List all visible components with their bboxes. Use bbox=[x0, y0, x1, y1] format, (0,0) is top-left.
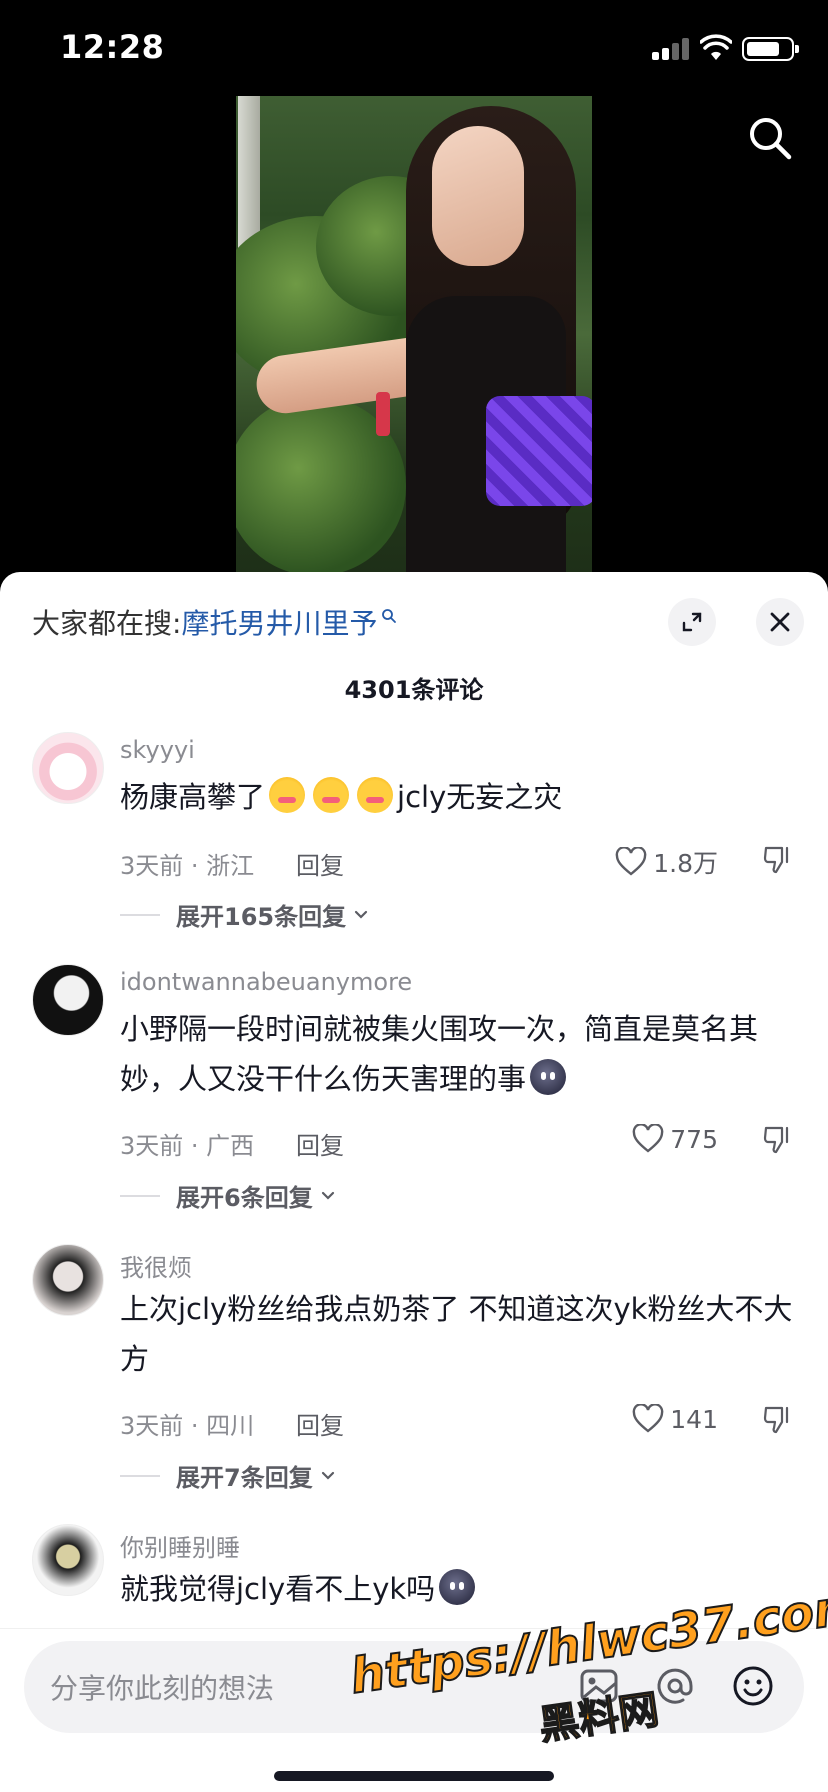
like-count: 141 bbox=[670, 1404, 718, 1434]
like-button[interactable]: 141 bbox=[632, 1404, 718, 1434]
image-icon[interactable] bbox=[576, 1663, 622, 1709]
blush-emoji-icon bbox=[269, 777, 306, 813]
home-indicator bbox=[274, 1771, 554, 1781]
heart-icon bbox=[632, 1124, 664, 1153]
status-bar: 12:28 bbox=[0, 0, 828, 96]
reply-button[interactable]: 回复 bbox=[296, 1126, 344, 1161]
blush-emoji-icon bbox=[313, 777, 350, 813]
reply-button[interactable]: 回复 bbox=[296, 1406, 344, 1441]
ghost-emoji-icon bbox=[530, 1059, 567, 1095]
dislike-icon[interactable] bbox=[762, 1124, 794, 1156]
comment-meta: 3天前 · 四川 bbox=[120, 1412, 255, 1440]
dislike-icon[interactable] bbox=[762, 1404, 794, 1436]
close-button[interactable] bbox=[756, 598, 804, 646]
dislike-icon[interactable] bbox=[762, 844, 794, 876]
input-placeholder: 分享你此刻的想法 bbox=[50, 1672, 275, 1705]
chevron-down-icon bbox=[321, 1191, 334, 1200]
status-time: 12:28 bbox=[60, 28, 165, 66]
expand-replies-button[interactable]: 展开165条回复 bbox=[120, 897, 370, 932]
like-button[interactable]: 1.8万 bbox=[615, 844, 718, 880]
search-icon[interactable] bbox=[746, 114, 794, 162]
comment-username[interactable]: 你别睡别睡 bbox=[120, 1528, 240, 1563]
avatar[interactable] bbox=[32, 1524, 104, 1596]
heart-icon bbox=[632, 1404, 664, 1433]
comment-meta: 3天前 · 浙江 bbox=[120, 852, 255, 880]
expand-replies-button[interactable]: 展开7条回复 bbox=[120, 1458, 337, 1493]
comment-input-bar: 分享你此刻的想法 bbox=[0, 1628, 828, 1792]
comment-count: 4301条评论 bbox=[344, 676, 484, 704]
emoji-icon[interactable] bbox=[730, 1663, 776, 1709]
comment-username[interactable]: 我很烦 bbox=[120, 1248, 192, 1283]
close-icon bbox=[770, 612, 790, 632]
cellular-signal-icon bbox=[652, 38, 690, 60]
mini-search-icon bbox=[382, 609, 397, 623]
blush-emoji-icon bbox=[357, 777, 394, 813]
battery-icon bbox=[742, 37, 799, 61]
avatar[interactable] bbox=[32, 732, 104, 804]
wifi-icon bbox=[700, 34, 732, 60]
search-suggestion[interactable]: 大家都在搜:摩托男井川里予 bbox=[32, 602, 397, 642]
comment-input[interactable]: 分享你此刻的想法 bbox=[24, 1641, 804, 1733]
comment-text: 小野隔一段时间就被集火围攻一次，简直是莫名其妙，人又没干什么伤天害理的事 bbox=[120, 1012, 759, 1096]
comment-text: 杨康高攀了 jcly无妄之灾 bbox=[120, 772, 796, 822]
suggestion-term[interactable]: 摩托男井川里予 bbox=[181, 607, 377, 640]
heart-icon bbox=[615, 847, 647, 876]
comment-item: 你别睡别睡 就我觉得jcly看不上yk吗 bbox=[0, 1524, 828, 1634]
suggestion-prefix: 大家都在搜: bbox=[32, 607, 182, 640]
comment-text: 上次jcly粉丝给我点奶茶了 不知道这次yk粉丝大不大方 bbox=[120, 1292, 793, 1376]
comment-meta: 3天前 · 广西 bbox=[120, 1132, 255, 1160]
like-count: 1.8万 bbox=[653, 849, 718, 878]
comment-item: idontwannabeuanymore 小野隔一段时间就被集火围攻一次，简直是… bbox=[0, 964, 828, 1234]
video-player[interactable] bbox=[236, 96, 592, 572]
fullscreen-button[interactable] bbox=[668, 598, 716, 646]
like-count: 775 bbox=[670, 1124, 718, 1154]
avatar[interactable] bbox=[32, 1244, 104, 1316]
ghost-emoji-icon bbox=[439, 1569, 476, 1605]
comment-item: 我很烦 上次jcly粉丝给我点奶茶了 不知道这次yk粉丝大不大方 3天前 · 四… bbox=[0, 1244, 828, 1514]
mention-icon[interactable] bbox=[652, 1663, 698, 1709]
expand-replies-button[interactable]: 展开6条回复 bbox=[120, 1178, 337, 1213]
reply-button[interactable]: 回复 bbox=[296, 846, 344, 881]
comment-username[interactable]: idontwannabeuanymore bbox=[120, 968, 412, 996]
expand-icon bbox=[682, 612, 702, 632]
comment-sheet: 大家都在搜:摩托男井川里予 4301条评论 skyyyi 杨康高攀了 jcly无妄… bbox=[0, 572, 828, 1792]
comment-username[interactable]: skyyyi bbox=[120, 736, 195, 764]
chevron-down-icon bbox=[321, 1471, 334, 1480]
chevron-down-icon bbox=[355, 910, 368, 919]
comment-text: 就我觉得jcly看不上yk吗 bbox=[120, 1564, 796, 1614]
avatar[interactable] bbox=[32, 964, 104, 1036]
comment-item: skyyyi 杨康高攀了 jcly无妄之灾 3天前 · 浙江 回复 1.8万 展开… bbox=[0, 732, 828, 982]
like-button[interactable]: 775 bbox=[632, 1124, 718, 1154]
